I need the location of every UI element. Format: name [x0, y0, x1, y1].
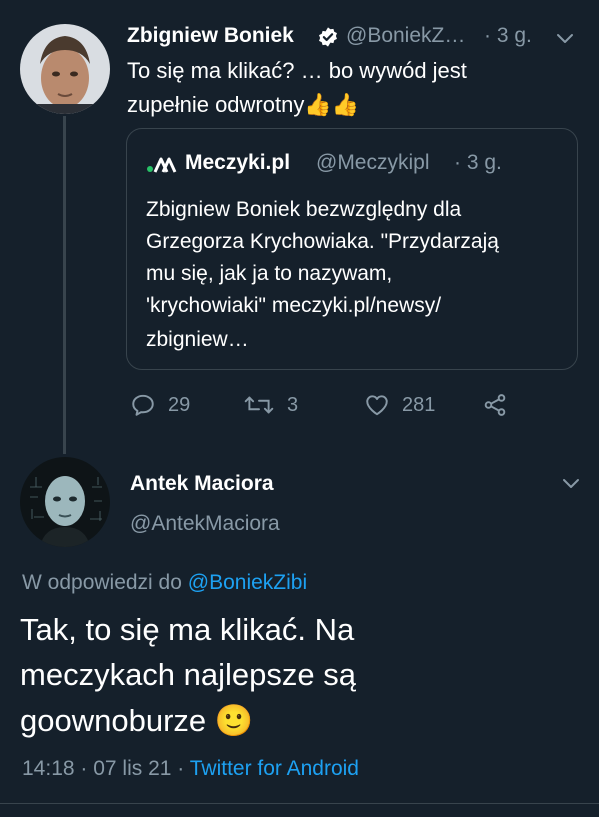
- avatar-zbigniew-boniek[interactable]: [20, 24, 110, 114]
- verified-badge-icon: [319, 27, 337, 47]
- quoted-author-handle[interactable]: @Meczykipl: [316, 151, 430, 175]
- thread-connector-line: [63, 116, 66, 454]
- reply-meta: 14:18 · 07 lis 21 · Twitter for Android: [22, 757, 359, 781]
- tweet-text-line-2: zupełnie odwrotny👍👍: [127, 92, 360, 117]
- avatar-antek-maciora[interactable]: [20, 457, 110, 547]
- quoted-text-line-1: Zbigniew Boniek bezwzględny dla: [146, 198, 462, 221]
- bottom-divider: [0, 803, 599, 804]
- reply-client-link[interactable]: Twitter for Android: [190, 757, 359, 780]
- reply-icon: [132, 394, 154, 416]
- in-reply-to-handle[interactable]: @BoniekZibi: [188, 571, 307, 594]
- reply-author-name[interactable]: Antek Maciora: [130, 472, 274, 496]
- retweet-button[interactable]: 3: [243, 392, 298, 418]
- chevron-down-icon[interactable]: [559, 471, 583, 495]
- chevron-down-icon[interactable]: [553, 26, 577, 50]
- in-reply-to: W odpowiedzi do @BoniekZibi: [22, 571, 307, 595]
- reply-text-line-2: meczykach najlepsze są: [20, 657, 356, 692]
- quoted-text-line-3: mu się, jak ja to nazywam,: [146, 262, 393, 285]
- tweet-text-line-1: To się ma klikać? … bo wywód jest: [127, 58, 467, 83]
- like-button[interactable]: 281: [364, 392, 435, 418]
- quoted-text-line-5: zbigniew…: [146, 328, 249, 351]
- tweet-time[interactable]: · 3 g.: [484, 24, 532, 48]
- retweet-icon: [244, 396, 274, 414]
- reply-count: 29: [168, 393, 191, 416]
- like-count: 281: [402, 393, 436, 416]
- in-reply-to-label: W odpowiedzi do: [22, 571, 182, 594]
- quoted-author-name[interactable]: Meczyki.pl: [185, 151, 290, 175]
- reply-text-line-3: goownoburze 🙂: [20, 703, 254, 738]
- author-name[interactable]: Zbigniew Boniek: [127, 24, 294, 48]
- heart-icon: [366, 395, 388, 416]
- reply-button[interactable]: 29: [130, 392, 190, 418]
- reply-author-handle[interactable]: @AntekMaciora: [130, 512, 280, 536]
- author-handle[interactable]: @BoniekZ…: [346, 24, 465, 48]
- quoted-text-line-4: 'krychowiaki" meczyki.pl/newsy/: [146, 294, 442, 317]
- meczyki-logo-icon: [147, 157, 177, 173]
- retweet-count: 3: [287, 393, 299, 416]
- share-button[interactable]: [482, 392, 508, 418]
- reply-text-line-1: Tak, to się ma klikać. Na: [20, 612, 355, 647]
- reply-timestamp: 14:18 · 07 lis 21 ·: [22, 757, 185, 780]
- quoted-text-line-2: Grzegorza Krychowiaka. "Przydarzają: [146, 230, 499, 253]
- quoted-tweet-time: · 3 g.: [454, 151, 502, 174]
- share-icon: [484, 394, 506, 416]
